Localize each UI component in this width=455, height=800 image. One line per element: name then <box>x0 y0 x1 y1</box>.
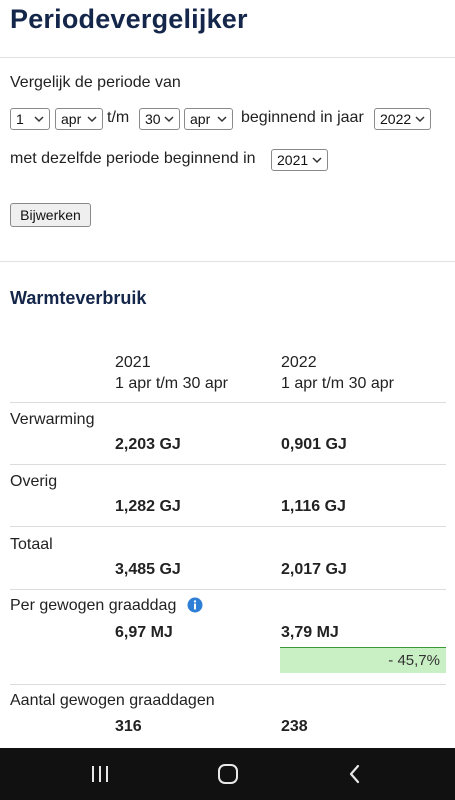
row-label-per-degree-day: Per gewogen graaddag <box>10 597 177 614</box>
chevron-down-icon <box>415 116 425 123</box>
column-range: 1 apr t/m 30 apr <box>281 375 394 392</box>
navigation-bar <box>0 748 455 800</box>
info-icon[interactable] <box>187 597 203 613</box>
row-label-total: Totaal <box>10 536 53 553</box>
divider <box>0 57 455 58</box>
column-range: 1 apr t/m 30 apr <box>115 375 228 392</box>
section-title: Warmteverbruik <box>10 288 147 308</box>
back-button[interactable] <box>335 758 375 790</box>
value-2021: 316 <box>115 718 142 735</box>
column-header-2022: 2022 1 apr t/m 30 apr <box>281 352 394 394</box>
home-icon <box>218 764 238 784</box>
back-icon <box>349 764 360 784</box>
row-divider <box>10 402 446 403</box>
recents-icon <box>92 766 108 782</box>
row-divider <box>10 464 446 465</box>
day-from-value: 1 <box>16 111 24 127</box>
column-year: 2021 <box>115 354 151 371</box>
row-divider <box>10 589 446 590</box>
change-badge: - 45,7% <box>280 647 446 673</box>
value-2022: 0,901 GJ <box>281 436 347 453</box>
value-2021: 2,203 GJ <box>115 436 181 453</box>
value-2021: 6,97 MJ <box>115 624 173 641</box>
value-2022: 2,017 GJ <box>281 561 347 578</box>
value-2022: 1,116 GJ <box>281 498 346 515</box>
year-select[interactable]: 2022 <box>374 108 431 130</box>
compare-year-value: 2021 <box>277 152 309 168</box>
column-header-2021: 2021 1 apr t/m 30 apr <box>115 352 228 394</box>
month-from-value: apr <box>61 111 82 127</box>
until-label: t/m <box>107 109 130 126</box>
column-year: 2022 <box>281 354 317 371</box>
month-from-select[interactable]: apr <box>55 108 103 130</box>
recents-button[interactable] <box>80 758 120 790</box>
year-label: beginnend in jaar <box>241 109 364 126</box>
row-label-other: Overig <box>10 473 58 490</box>
compare-year-select[interactable]: 2021 <box>271 149 328 171</box>
year-value: 2022 <box>380 111 412 127</box>
day-to-value: 30 <box>145 111 161 127</box>
compare-label: Vergelijk de periode van <box>10 74 181 91</box>
day-to-select[interactable]: 30 <box>139 108 180 130</box>
row-divider <box>10 526 446 527</box>
divider <box>0 261 455 262</box>
value-2021: 1,282 GJ <box>115 498 181 515</box>
value-2022: 238 <box>281 718 308 735</box>
value-2022: 3,79 MJ <box>281 624 339 641</box>
value-2021: 3,485 GJ <box>115 561 181 578</box>
home-button[interactable] <box>208 758 248 790</box>
chevron-down-icon <box>164 116 174 123</box>
chevron-down-icon <box>217 116 227 123</box>
day-from-select[interactable]: 1 <box>10 108 50 130</box>
page: Periodevergelijker Vergelijk de periode … <box>0 0 455 748</box>
row-label-heating: Verwarming <box>10 411 95 428</box>
chevron-down-icon <box>312 157 322 164</box>
chevron-down-icon <box>34 116 44 123</box>
month-to-select[interactable]: apr <box>184 108 233 130</box>
page-title: Periodevergelijker <box>10 4 248 34</box>
row-label-degree-days: Aantal gewogen graaddagen <box>10 692 215 709</box>
chevron-down-icon <box>87 116 97 123</box>
month-to-value: apr <box>190 111 211 127</box>
same-period-label: met dezelfde periode beginnend in <box>10 150 256 167</box>
row-divider <box>10 684 446 685</box>
update-button[interactable]: Bijwerken <box>10 203 91 227</box>
